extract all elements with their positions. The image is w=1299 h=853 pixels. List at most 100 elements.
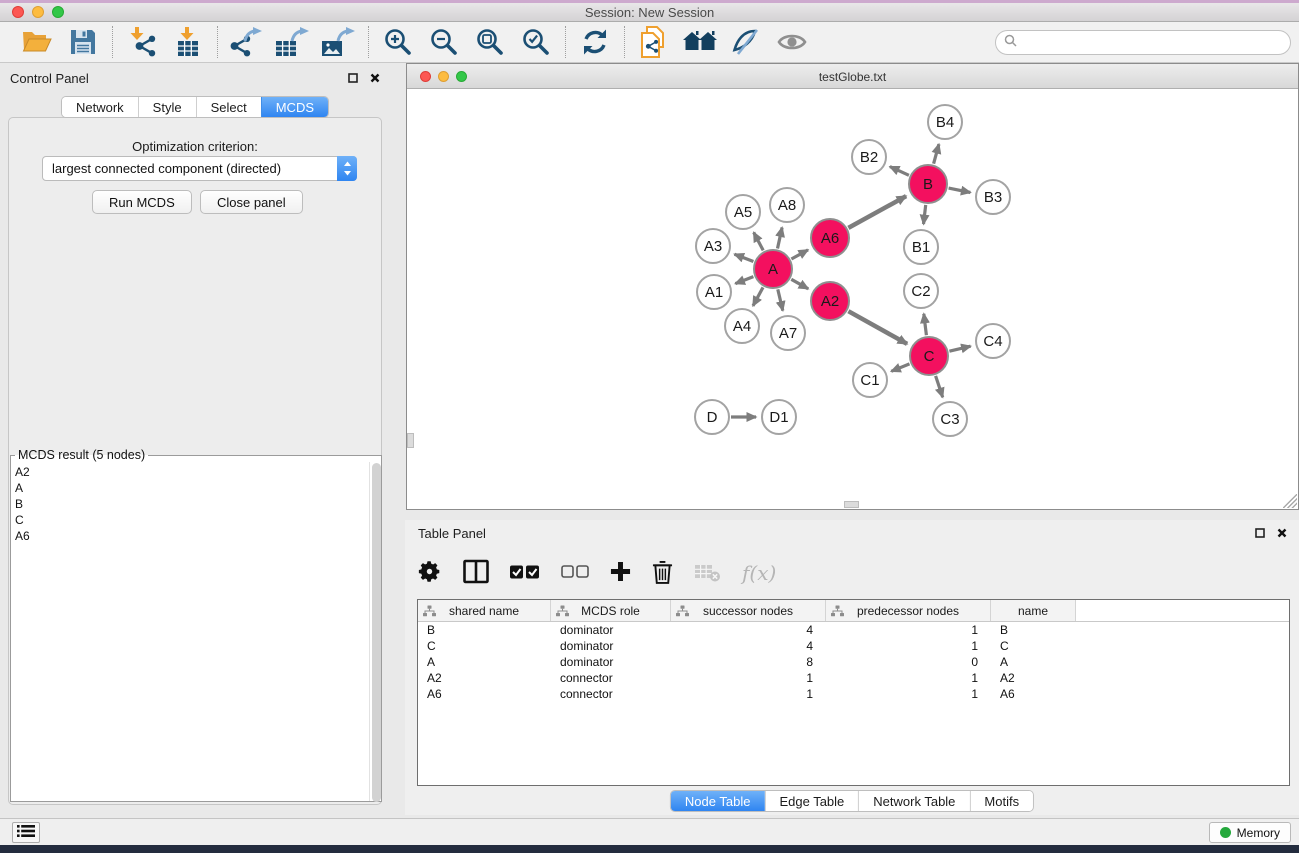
tab-network[interactable]: Network — [62, 97, 138, 117]
graph-node-A2[interactable]: A2 — [810, 281, 850, 321]
graph-node-A8[interactable]: A8 — [769, 187, 805, 223]
mcds-result-item[interactable]: A6 — [15, 528, 369, 544]
graph-node-C4[interactable]: C4 — [975, 323, 1011, 359]
column-header-successor-nodes[interactable]: successor nodes — [671, 600, 826, 621]
refresh-button[interactable] — [576, 24, 614, 60]
deselect-all-button[interactable] — [561, 557, 589, 589]
settings-gear-button[interactable] — [417, 557, 442, 589]
table-row[interactable]: A2connector11A2 — [418, 670, 1289, 686]
close-panel-icon[interactable] — [368, 71, 382, 85]
toolbar-group — [369, 24, 565, 60]
zoom-fit-button[interactable] — [471, 24, 509, 60]
graph-node-B2[interactable]: B2 — [851, 139, 887, 175]
column-header-predecessor-nodes[interactable]: predecessor nodes — [826, 600, 991, 621]
visibility-button[interactable] — [773, 24, 811, 60]
float-table-panel-icon[interactable] — [1253, 526, 1267, 540]
window-resize-grip[interactable] — [1283, 494, 1297, 508]
save-session-button[interactable] — [64, 24, 102, 60]
mcds-result-item[interactable]: A2 — [15, 464, 369, 480]
tab-node-table[interactable]: Node Table — [671, 791, 765, 811]
tab-select[interactable]: Select — [196, 97, 261, 117]
table-cell: 4 — [671, 638, 826, 654]
column-header-name[interactable]: name — [991, 600, 1076, 621]
graph-node-A7[interactable]: A7 — [770, 315, 806, 351]
network-canvas[interactable]: B4 B2 B B3 A5A8A6 A3 B1 A A1 C2 A2 A4 A7 C C4 C1 C3 D D1 — [407, 89, 1298, 509]
zoom-selected-button[interactable] — [517, 24, 555, 60]
column-header-shared-name[interactable]: shared name — [418, 600, 551, 621]
export-table-icon — [276, 27, 310, 57]
graph-node-B3[interactable]: B3 — [975, 179, 1011, 215]
criterion-select[interactable]: largest connected component (directed) — [42, 156, 357, 181]
network-window-titlebar[interactable]: testGlobe.txt — [407, 64, 1298, 89]
tab-mcds[interactable]: MCDS — [261, 97, 328, 117]
graph-node-C[interactable]: C — [909, 336, 949, 376]
toolbar-group — [218, 24, 368, 60]
desktop-background — [0, 845, 1299, 853]
tab-edge-table[interactable]: Edge Table — [764, 791, 858, 811]
export-table-button[interactable] — [274, 24, 312, 60]
zoom-fit-icon — [475, 27, 505, 57]
scrollbar-thumb[interactable] — [372, 463, 381, 802]
float-panel-icon[interactable] — [346, 71, 360, 85]
add-column-button[interactable] — [610, 557, 631, 589]
table-row[interactable]: Cdominator41C — [418, 638, 1289, 654]
column-header-MCDS-role[interactable]: MCDS role — [551, 600, 671, 621]
mcds-result-item[interactable]: B — [15, 496, 369, 512]
import-table-button[interactable] — [169, 24, 207, 60]
tab-style[interactable]: Style — [138, 97, 196, 117]
export-image-icon — [322, 27, 356, 57]
table-panel-title: Table Panel — [418, 526, 486, 541]
graph-node-B[interactable]: B — [908, 164, 948, 204]
graph-node-A1[interactable]: A1 — [696, 274, 732, 310]
select-all-button[interactable] — [510, 557, 540, 589]
graph-node-A[interactable]: A — [753, 249, 793, 289]
visibility-off-button[interactable] — [727, 24, 765, 60]
open-file-button[interactable] — [18, 24, 56, 60]
graph-node-D1[interactable]: D1 — [761, 399, 797, 435]
run-mcds-button[interactable]: Run MCDS — [92, 190, 192, 214]
home-button[interactable] — [681, 24, 719, 60]
graph-node-A3[interactable]: A3 — [695, 228, 731, 264]
mcds-result-item[interactable]: C — [15, 512, 369, 528]
import-network-button[interactable] — [123, 24, 161, 60]
table-row[interactable]: Adominator80A — [418, 654, 1289, 670]
graph-node-A6[interactable]: A6 — [810, 218, 850, 258]
zoom-out-button[interactable] — [425, 24, 463, 60]
close-table-panel-icon[interactable] — [1275, 526, 1289, 540]
window-titlebar: Session: New Session — [0, 0, 1299, 22]
table-row[interactable]: Bdominator41B — [418, 622, 1289, 638]
search-input[interactable] — [1017, 33, 1290, 53]
graph-node-C3[interactable]: C3 — [932, 401, 968, 437]
graph-node-C1[interactable]: C1 — [852, 362, 888, 398]
search-box[interactable] — [995, 30, 1291, 55]
delete-column-button[interactable] — [652, 557, 673, 589]
graph-node-A4[interactable]: A4 — [724, 308, 760, 344]
table-cell: 8 — [671, 654, 826, 670]
graph-node-B1[interactable]: B1 — [903, 229, 939, 265]
node-table-body: Bdominator41BCdominator41CAdominator80AA… — [418, 622, 1289, 702]
graph-node-D[interactable]: D — [694, 399, 730, 435]
mcds-result-item[interactable]: A — [15, 480, 369, 496]
node-table[interactable]: shared nameMCDS rolesuccessor nodesprede… — [417, 599, 1290, 786]
network-document-button[interactable] — [635, 24, 673, 60]
status-bar: Memory — [0, 818, 1299, 845]
memory-button[interactable]: Memory — [1209, 822, 1291, 843]
zoom-in-button[interactable] — [379, 24, 417, 60]
graph-node-B4[interactable]: B4 — [927, 104, 963, 140]
network-vertical-scrollbar-thumb[interactable] — [407, 433, 414, 448]
table-cell: A2 — [418, 670, 551, 686]
network-horizontal-scrollbar-thumb[interactable] — [844, 501, 859, 508]
tab-motifs[interactable]: Motifs — [969, 791, 1033, 811]
tab-network-table[interactable]: Network Table — [858, 791, 969, 811]
export-network-button[interactable] — [228, 24, 266, 60]
column-layout-button[interactable] — [463, 557, 489, 589]
mcds-result-scrollbar[interactable] — [369, 462, 381, 801]
export-image-button[interactable] — [320, 24, 358, 60]
graph-node-A5[interactable]: A5 — [725, 194, 761, 230]
mcds-result-list[interactable]: A2ABCA6 — [11, 462, 369, 801]
close-panel-button[interactable]: Close panel — [200, 190, 303, 214]
table-row[interactable]: A6connector11A6 — [418, 686, 1289, 702]
graph-node-C2[interactable]: C2 — [903, 273, 939, 309]
column-type-icon — [556, 605, 569, 620]
task-history-button[interactable] — [12, 822, 40, 843]
